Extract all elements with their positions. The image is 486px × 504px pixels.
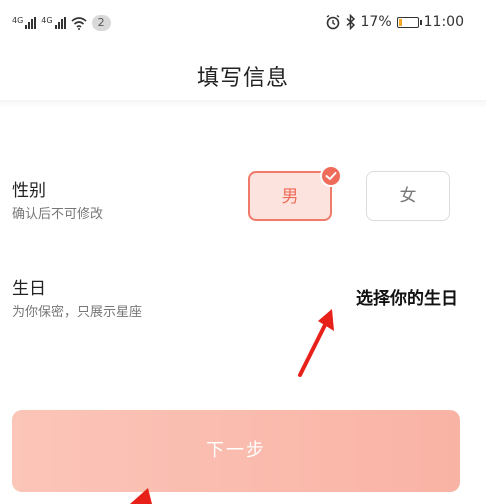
status-right: 17% 11:00 [325,14,464,30]
gender-female-button[interactable]: 女 [366,171,450,221]
signal-icon: 4G [12,16,37,29]
network-type-label: 4G [12,16,24,25]
alarm-icon [326,14,339,30]
gender-hint: 确认后不可修改 [12,207,104,222]
bluetooth-icon [346,14,355,30]
clock: 11:00 [423,14,464,30]
status-left: 4G 4G 2 [12,15,111,31]
annotation-arrow-icon [298,309,334,377]
notification-badge: 2 [91,15,111,31]
gender-label: 性别 [12,181,46,201]
annotation-arrow-icon [130,488,152,504]
next-button[interactable]: 下一步 [12,410,460,492]
status-bar: 4G 4G 2 17% 11:00 [0,0,486,50]
battery-percent: 17% [360,14,392,30]
birthday-label: 生日 [12,279,46,299]
birthday-hint: 为你保密，只展示星座 [12,305,143,320]
page-title: 填写信息 [196,66,289,91]
battery-level [398,18,402,26]
header-divider [0,100,486,108]
battery-icon [396,16,422,28]
signal-icon: 4G [41,16,66,29]
network-type-label: 4G [41,16,53,25]
wifi-icon [71,17,87,30]
check-icon [320,165,342,187]
birthday-picker[interactable]: 选择你的生日 [356,284,458,309]
